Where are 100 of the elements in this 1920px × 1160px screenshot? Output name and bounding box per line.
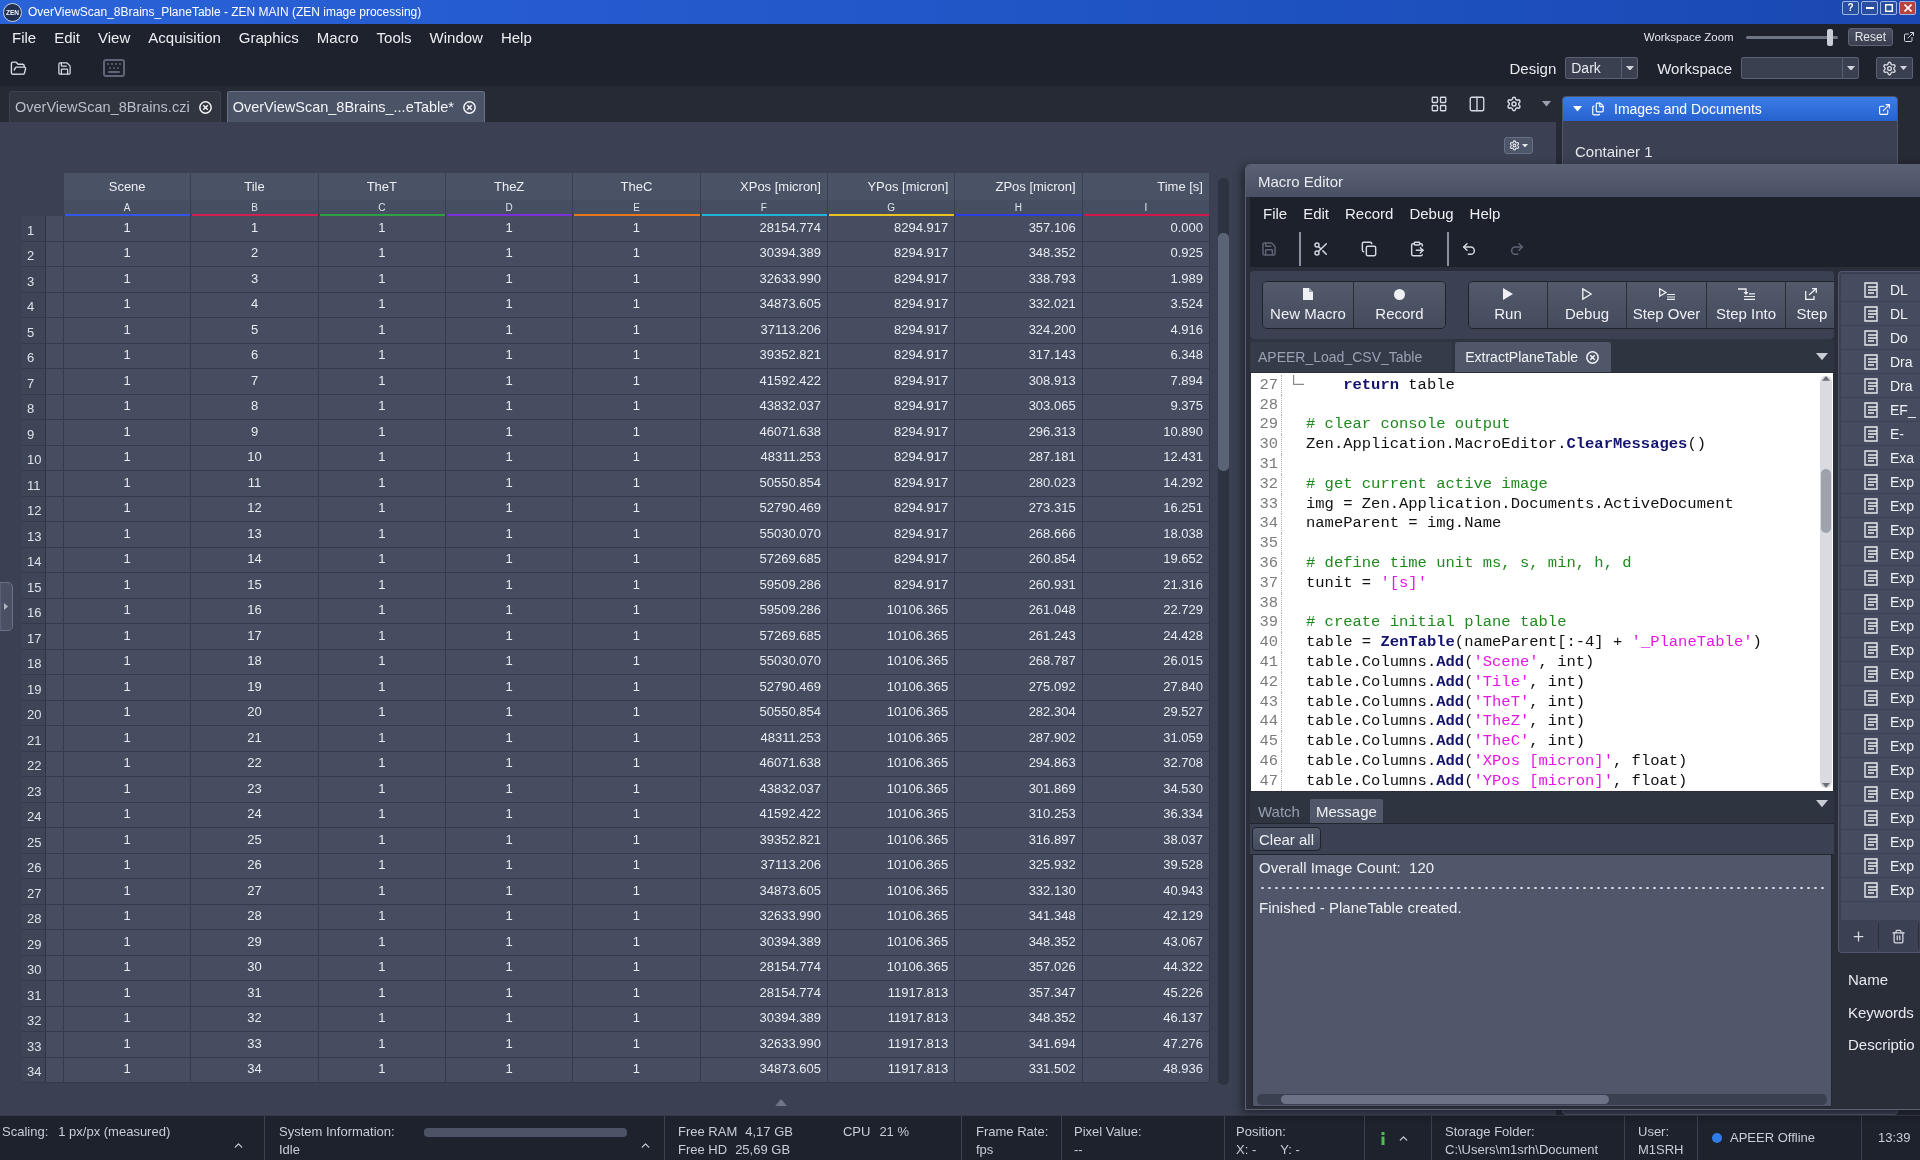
macro-list-item[interactable]: Exp — [1841, 590, 1920, 614]
row-number[interactable]: 10 — [22, 445, 64, 471]
macro-list-item[interactable]: Exp — [1841, 830, 1920, 854]
menu-item[interactable]: View — [89, 28, 140, 46]
row-number[interactable]: 15 — [22, 573, 64, 599]
menu-item[interactable]: Window — [420, 28, 492, 46]
macro-list-item[interactable]: Exp — [1841, 854, 1920, 878]
slider-thumb[interactable] — [1827, 28, 1834, 46]
code-editor[interactable] — [1250, 372, 1834, 792]
row-number[interactable]: 27 — [22, 879, 64, 905]
menu-item[interactable]: Acquisition — [139, 28, 230, 46]
column-header[interactable]: Time [s] — [1082, 173, 1210, 200]
scroll-down-icon[interactable] — [1822, 783, 1830, 788]
close-icon[interactable] — [463, 100, 476, 114]
scrollbar-thumb[interactable] — [1218, 233, 1229, 471]
row-number[interactable]: 21 — [22, 726, 64, 752]
row-number[interactable]: 23 — [22, 777, 64, 803]
document-tab[interactable]: OverViewScan_8Brains.czi — [9, 91, 221, 122]
macro-list-item[interactable]: Do — [1841, 326, 1920, 350]
column-header[interactable]: ZPos [micron] — [955, 173, 1083, 200]
row-number[interactable]: 20 — [22, 700, 64, 726]
macro-list-item[interactable]: Exp — [1841, 710, 1920, 734]
column-header[interactable]: TheZ — [446, 173, 574, 200]
macro-list-item[interactable]: Exp — [1841, 494, 1920, 518]
macro-list-item[interactable]: Exp — [1841, 734, 1920, 758]
row-number[interactable]: 17 — [22, 624, 64, 650]
row-number[interactable]: 9 — [22, 420, 64, 446]
row-number[interactable]: 18 — [22, 649, 64, 675]
row-number[interactable]: 4 — [22, 292, 64, 318]
row-number[interactable]: 16 — [22, 598, 64, 624]
settings-dropdown[interactable] — [1504, 137, 1533, 154]
close-button[interactable] — [1899, 1, 1916, 15]
macro-button[interactable]: Run — [1469, 282, 1548, 328]
menu-item[interactable]: Debug — [1401, 205, 1462, 222]
maximize-button[interactable] — [1880, 1, 1897, 15]
menu-item[interactable]: Edit — [45, 28, 90, 46]
column-header[interactable]: XPos [micron] — [700, 173, 828, 200]
folder-icon[interactable] — [10, 59, 27, 77]
menu-item[interactable]: Graphics — [229, 28, 308, 46]
row-number[interactable]: 12 — [22, 496, 64, 522]
row-number[interactable]: 24 — [22, 802, 64, 828]
row-number[interactable]: 13 — [22, 522, 64, 548]
macro-list-item[interactable]: E- — [1841, 422, 1920, 446]
info-icon[interactable] — [1381, 1131, 1385, 1145]
row-number[interactable]: 25 — [22, 828, 64, 854]
scrollbar[interactable] — [1820, 376, 1832, 788]
close-icon[interactable] — [198, 100, 212, 114]
copy-icon[interactable] — [1361, 240, 1377, 257]
column-header[interactable]: Scene — [64, 173, 192, 200]
paste-icon[interactable] — [1409, 240, 1425, 257]
row-number[interactable]: 32 — [22, 1006, 64, 1032]
macro-button[interactable]: Step Into — [1707, 282, 1786, 328]
macro-list-item[interactable]: Exp — [1841, 470, 1920, 494]
column-header[interactable]: YPos [micron] — [827, 173, 956, 200]
split-view-icon[interactable] — [1468, 95, 1486, 113]
document-tab[interactable]: OverViewScan_8Brains_...eTable* — [226, 91, 485, 122]
macro-button[interactable]: Debug — [1548, 282, 1627, 328]
clear-all-button[interactable]: Clear all — [1252, 827, 1322, 851]
row-number[interactable]: 28 — [22, 904, 64, 930]
settings-dropdown[interactable] — [1876, 57, 1913, 79]
menu-item[interactable]: Record — [1337, 205, 1402, 222]
column-header[interactable]: TheC — [573, 173, 701, 200]
macro-list-item[interactable]: Exp — [1841, 638, 1920, 662]
macro-list-item[interactable]: Exp — [1841, 878, 1920, 902]
settings-icon[interactable] — [1506, 96, 1522, 112]
macro-button[interactable]: Step Over — [1627, 282, 1707, 328]
row-number[interactable]: 33 — [22, 1032, 64, 1058]
macro-tab[interactable]: APEER_Load_CSV_Table — [1250, 342, 1453, 372]
macro-list-item[interactable]: Dra — [1841, 350, 1920, 374]
external-link-icon[interactable] — [1903, 31, 1915, 43]
macro-button[interactable]: Step — [1786, 282, 1834, 328]
menu-item[interactable]: Tools — [367, 28, 421, 46]
scrollbar[interactable] — [1218, 178, 1229, 1085]
macro-list-item[interactable]: Dra — [1841, 374, 1920, 398]
caret-icon[interactable] — [1816, 352, 1828, 361]
row-number[interactable]: 31 — [22, 981, 64, 1007]
external-link-icon[interactable] — [1878, 102, 1891, 116]
grid-view-icon[interactable] — [1430, 95, 1448, 113]
menu-item[interactable]: Edit — [1295, 205, 1338, 222]
macro-tab[interactable]: ExtractPlaneTable — [1455, 342, 1612, 372]
caret-icon[interactable] — [1816, 800, 1828, 808]
row-number[interactable]: 5 — [22, 318, 64, 344]
reset-button[interactable]: Reset — [1847, 28, 1893, 46]
macro-list-item[interactable]: Exp — [1841, 542, 1920, 566]
macro-list-item[interactable]: DL — [1841, 278, 1920, 302]
macro-list-item[interactable]: Exp — [1841, 518, 1920, 542]
scissors-icon[interactable] — [1313, 240, 1329, 257]
panel-handle-icon[interactable] — [0, 582, 13, 631]
row-number[interactable]: 26 — [22, 853, 64, 879]
macro-list-item[interactable]: Exp — [1841, 806, 1920, 830]
scrollbar[interactable] — [1257, 1094, 1827, 1105]
panel-header[interactable]: Images and Documents — [1563, 97, 1897, 121]
row-number[interactable]: 34 — [22, 1057, 64, 1083]
row-number[interactable]: 19 — [22, 675, 64, 701]
row-number[interactable]: 29 — [22, 930, 64, 956]
minimize-button[interactable] — [1861, 1, 1878, 15]
macro-list-item[interactable]: EF_ — [1841, 398, 1920, 422]
row-number[interactable]: 8 — [22, 394, 64, 420]
row-number[interactable]: 6 — [22, 343, 64, 369]
macro-list-item[interactable]: Exp — [1841, 758, 1920, 782]
